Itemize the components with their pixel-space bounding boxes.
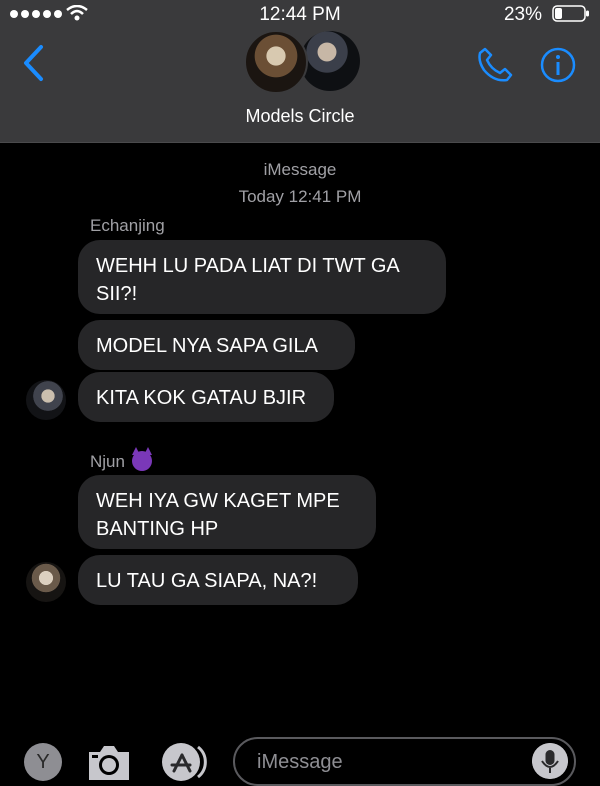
smiling-devil-icon	[131, 447, 152, 471]
message-input[interactable]: iMessage	[233, 737, 576, 786]
status-bar: 12:44 PM 23%	[0, 0, 600, 28]
microphone-icon[interactable]	[532, 743, 568, 779]
phone-icon[interactable]	[476, 46, 514, 84]
sender-name: Echanjing	[90, 216, 165, 235]
battery-percent: 23%	[503, 4, 542, 25]
conversation-title[interactable]: Models Circle	[0, 106, 600, 127]
battery-icon	[552, 5, 589, 22]
timestamp: Today 12:41 PM	[238, 187, 362, 206]
avatar[interactable]	[26, 562, 66, 602]
chevron-left-icon[interactable]	[22, 44, 44, 82]
group-avatars[interactable]	[244, 30, 360, 94]
navigation-header: 12:44 PM 23% Models Circle	[0, 0, 600, 143]
message-bubble[interactable]: MODEL NYA SAPA GILA	[78, 320, 355, 370]
sender-name-text: Njun	[90, 452, 125, 471]
message-bubble[interactable]: WEH IYA GW KAGET MPE BANTING HP	[78, 475, 376, 549]
message-bubble[interactable]: WEHH LU PADA LIAT DI TWT GA SII?!	[78, 240, 446, 314]
app-store-icon[interactable]	[160, 741, 210, 783]
message-input-placeholder: iMessage	[257, 751, 343, 773]
service-label: iMessage	[263, 160, 337, 179]
camera-icon[interactable]	[86, 742, 132, 782]
info-icon[interactable]	[540, 47, 576, 83]
message-bubble[interactable]: LU TAU GA SIAPA, NA?!	[78, 555, 358, 605]
avatar	[244, 30, 308, 94]
message-bubble[interactable]: KITA KOK GATAU BJIR	[78, 372, 334, 422]
avatar[interactable]	[26, 380, 66, 420]
avatar	[300, 31, 360, 91]
sender-name: Njun	[90, 447, 152, 472]
profile-button[interactable]: Y	[24, 743, 62, 781]
